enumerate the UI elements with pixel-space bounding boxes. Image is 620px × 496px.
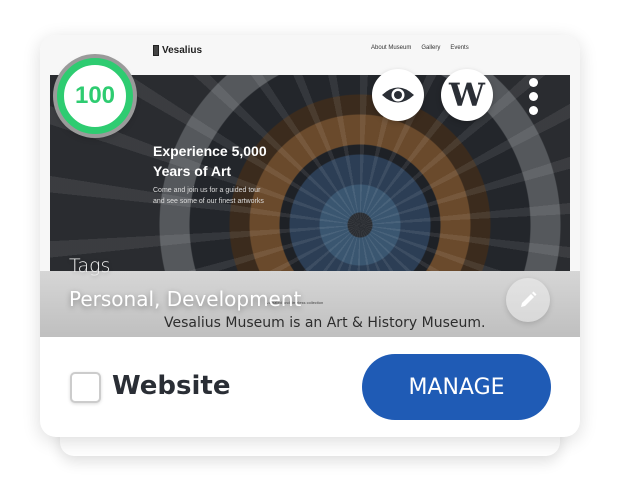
- preview-button[interactable]: [372, 69, 424, 121]
- wordpress-icon: W: [449, 76, 485, 114]
- edit-tags-button[interactable]: [506, 278, 550, 322]
- hero-title: Experience 5,000 Years of Art: [153, 143, 267, 179]
- nav-gallery: Gallery: [421, 45, 441, 51]
- pencil-icon: [521, 291, 537, 307]
- more-vertical-icon[interactable]: [529, 78, 538, 115]
- wordpress-button[interactable]: W: [441, 69, 493, 121]
- preview-nav: About Museum Gallery Events: [371, 45, 469, 51]
- tags-value: Personal, Development: [69, 287, 302, 311]
- site-name: Website: [112, 371, 231, 401]
- eye-icon: [382, 87, 414, 103]
- logo-icon: [153, 45, 159, 56]
- select-checkbox[interactable]: [70, 372, 101, 403]
- hero-subtitle: Come and join us for a guided tour and se…: [153, 187, 264, 205]
- nav-events: Events: [450, 45, 469, 51]
- performance-score: 100: [57, 58, 133, 134]
- tags-label: Tags: [69, 255, 111, 277]
- manage-button[interactable]: MANAGE: [362, 354, 551, 420]
- logo-text: Vesalius: [162, 45, 203, 56]
- preview-logo: Vesalius: [153, 45, 202, 56]
- nav-about: About Museum: [371, 45, 412, 51]
- preview-description: Vesalius Museum is an Art & History Muse…: [164, 315, 486, 331]
